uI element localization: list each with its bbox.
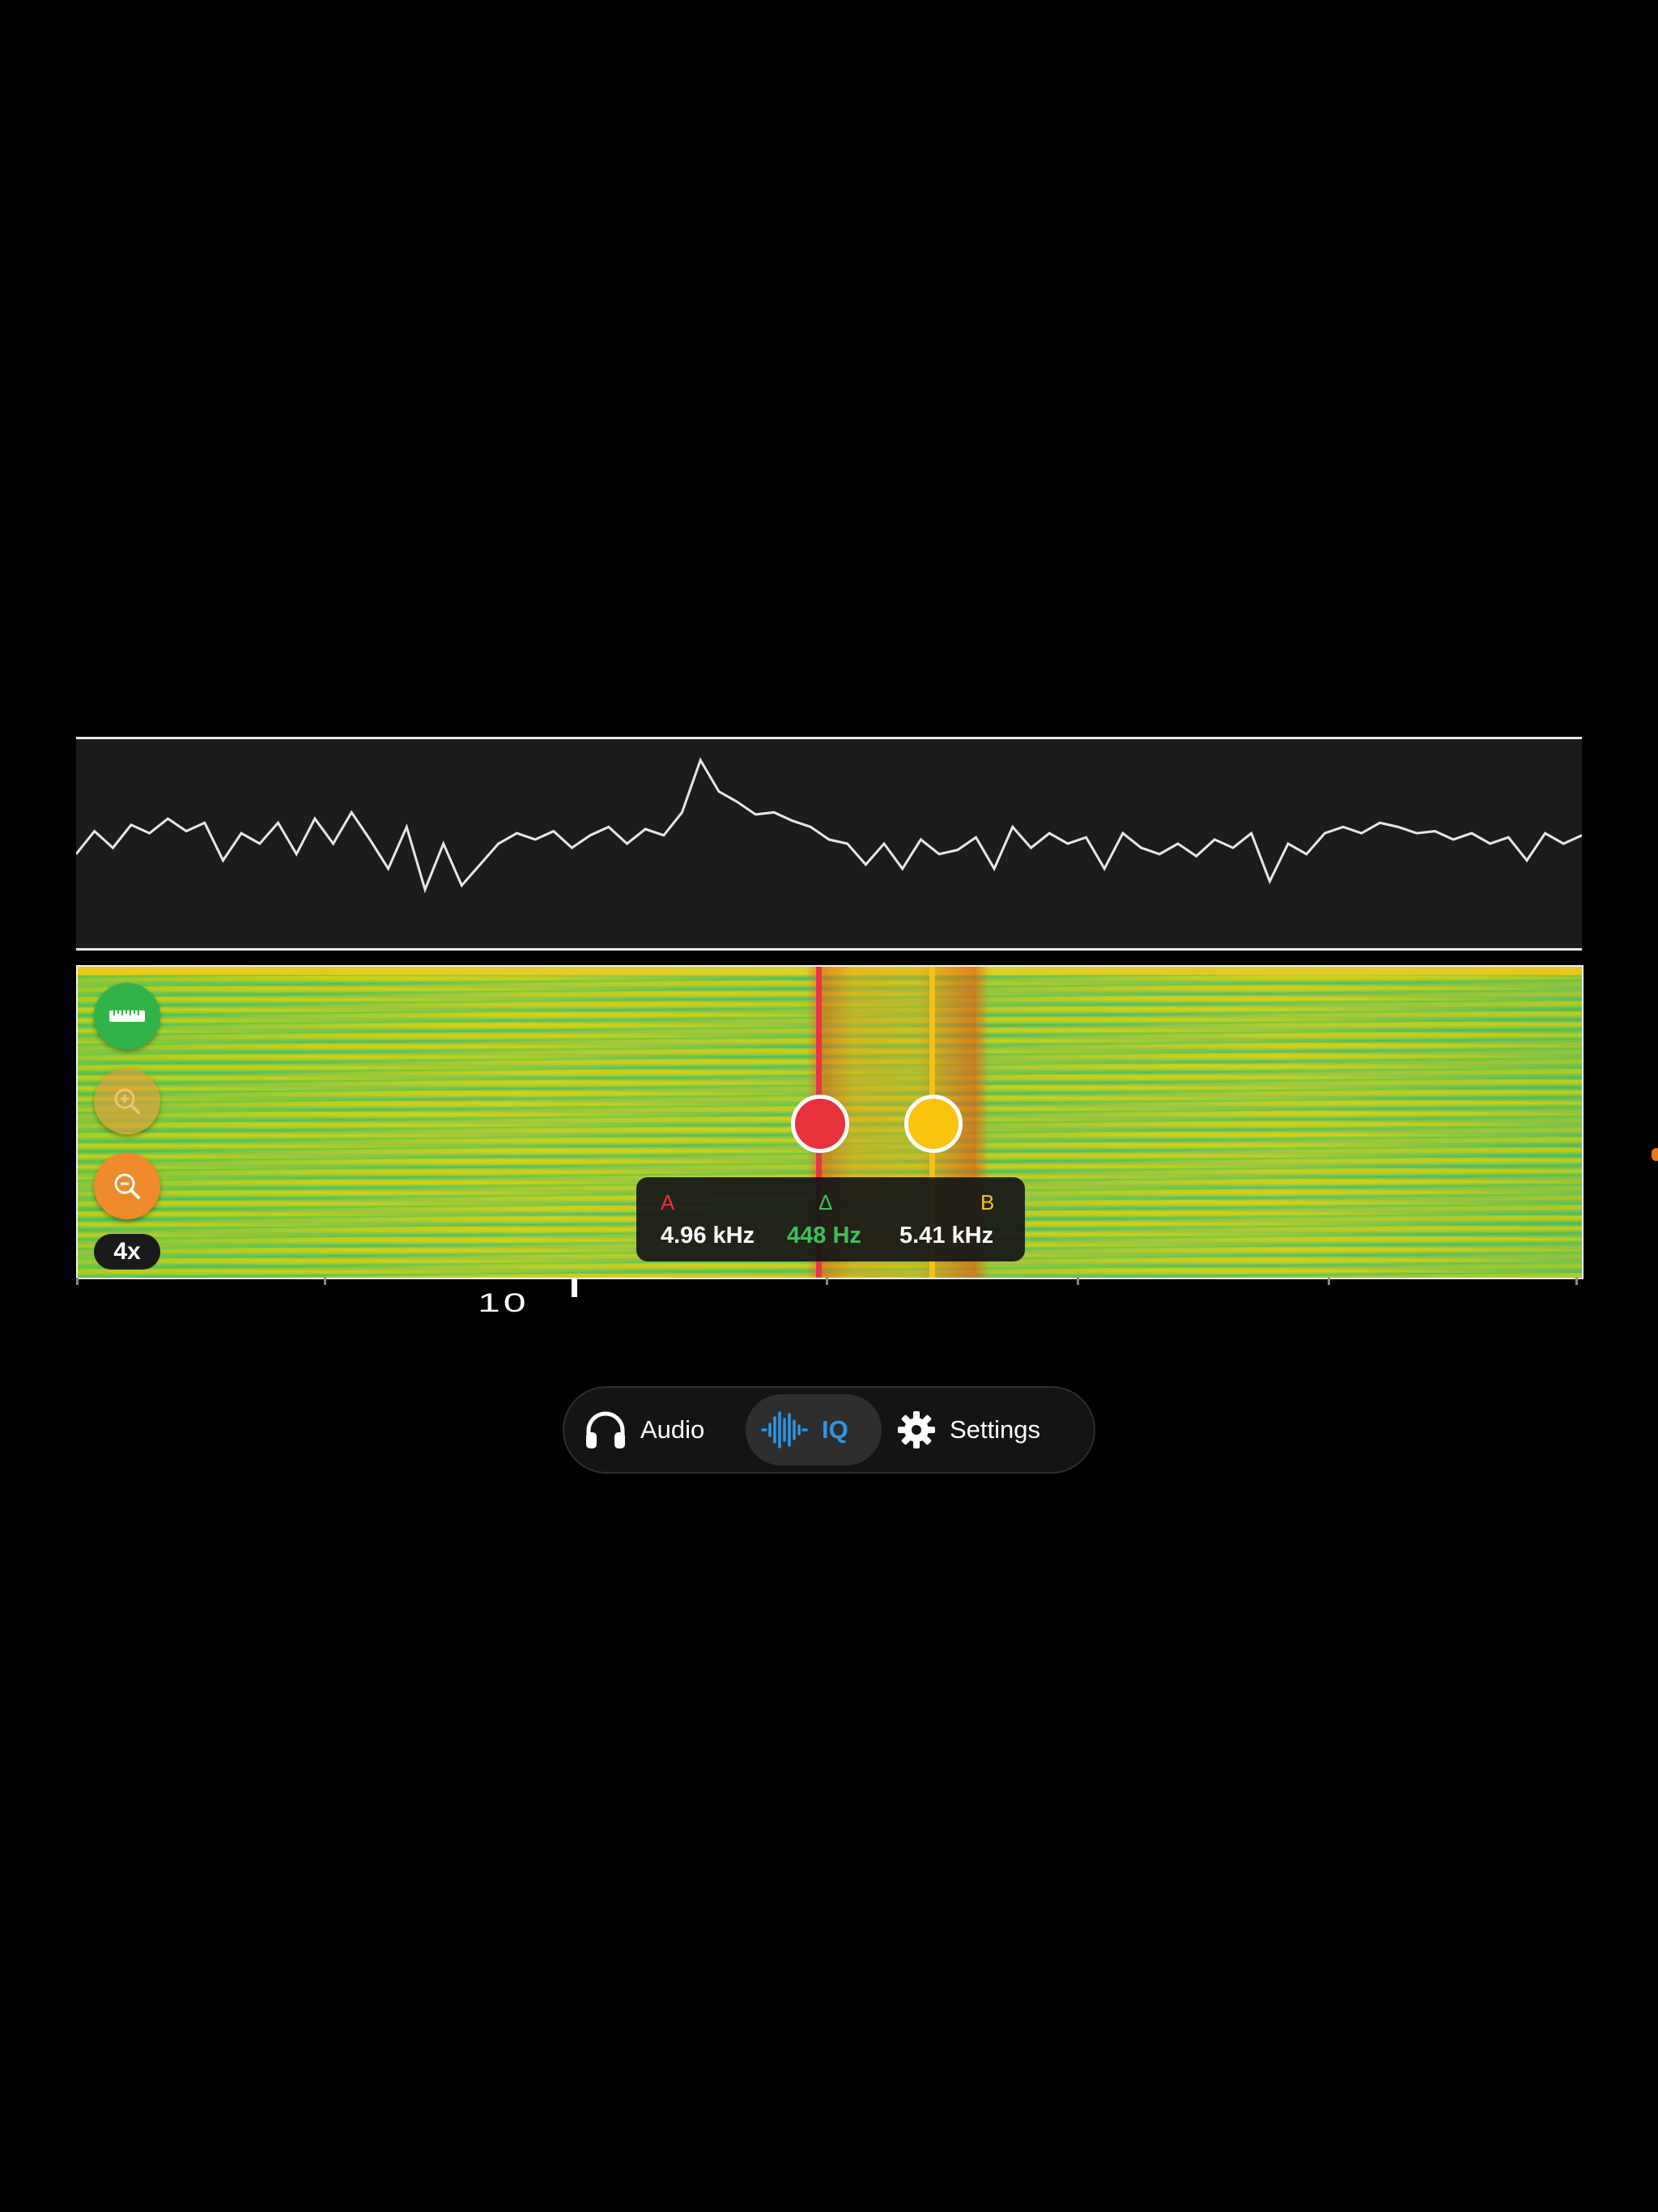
tab-audio[interactable]: Audio (580, 1394, 742, 1465)
zoom-out-icon (114, 1173, 140, 1199)
headphones-icon (586, 1411, 625, 1448)
axis-tick (826, 1278, 828, 1285)
cursor-a-handle[interactable] (791, 1095, 849, 1153)
cursor-a-value: 4.96 kHz (661, 1223, 755, 1249)
axis-tick (76, 1278, 79, 1285)
waterfall-panel[interactable]: 4x A Δ B 4.96 kHz 448 Hz 5.41 kHz (76, 965, 1584, 1279)
axis-marker (572, 1279, 577, 1297)
tab-iq[interactable]: IQ (746, 1394, 882, 1465)
cursor-a-label: A (661, 1190, 675, 1214)
zoom-level-badge: 4x (94, 1234, 160, 1270)
tab-audio-label: Audio (640, 1415, 705, 1444)
cursor-readout: A Δ B 4.96 kHz 448 Hz 5.41 kHz (636, 1177, 1025, 1261)
spectrum-trace (76, 757, 1582, 894)
zoom-in-button[interactable] (94, 1068, 160, 1134)
cursor-b-value: 5.41 kHz (899, 1223, 994, 1249)
waveform-icon (761, 1411, 808, 1448)
frequency-axis (76, 1278, 1582, 1310)
axis-tick (1328, 1278, 1330, 1285)
axis-tick (1077, 1278, 1079, 1285)
zoom-in-icon (114, 1088, 140, 1114)
tab-settings-label: Settings (950, 1415, 1041, 1444)
axis-tick (1575, 1278, 1578, 1285)
ruler-button[interactable] (94, 983, 160, 1049)
tab-settings[interactable]: Settings (896, 1394, 1082, 1465)
tab-iq-label: IQ (822, 1415, 848, 1444)
tab-bar: Audio IQ Settings (563, 1386, 1095, 1474)
axis-tick (324, 1278, 326, 1285)
delta-label: Δ (818, 1190, 833, 1214)
edge-indicator (1652, 1148, 1658, 1161)
cursor-b-label: B (980, 1190, 995, 1214)
gear-icon (898, 1411, 935, 1448)
cursor-b-handle[interactable] (904, 1095, 963, 1153)
zoom-out-button[interactable] (94, 1153, 160, 1219)
spectrum-trace-line (76, 757, 1582, 894)
delta-value: 448 Hz (787, 1223, 861, 1249)
ruler-icon (109, 1010, 145, 1022)
spectrum-panel[interactable] (76, 737, 1582, 951)
axis-label: 10 (478, 1287, 529, 1318)
